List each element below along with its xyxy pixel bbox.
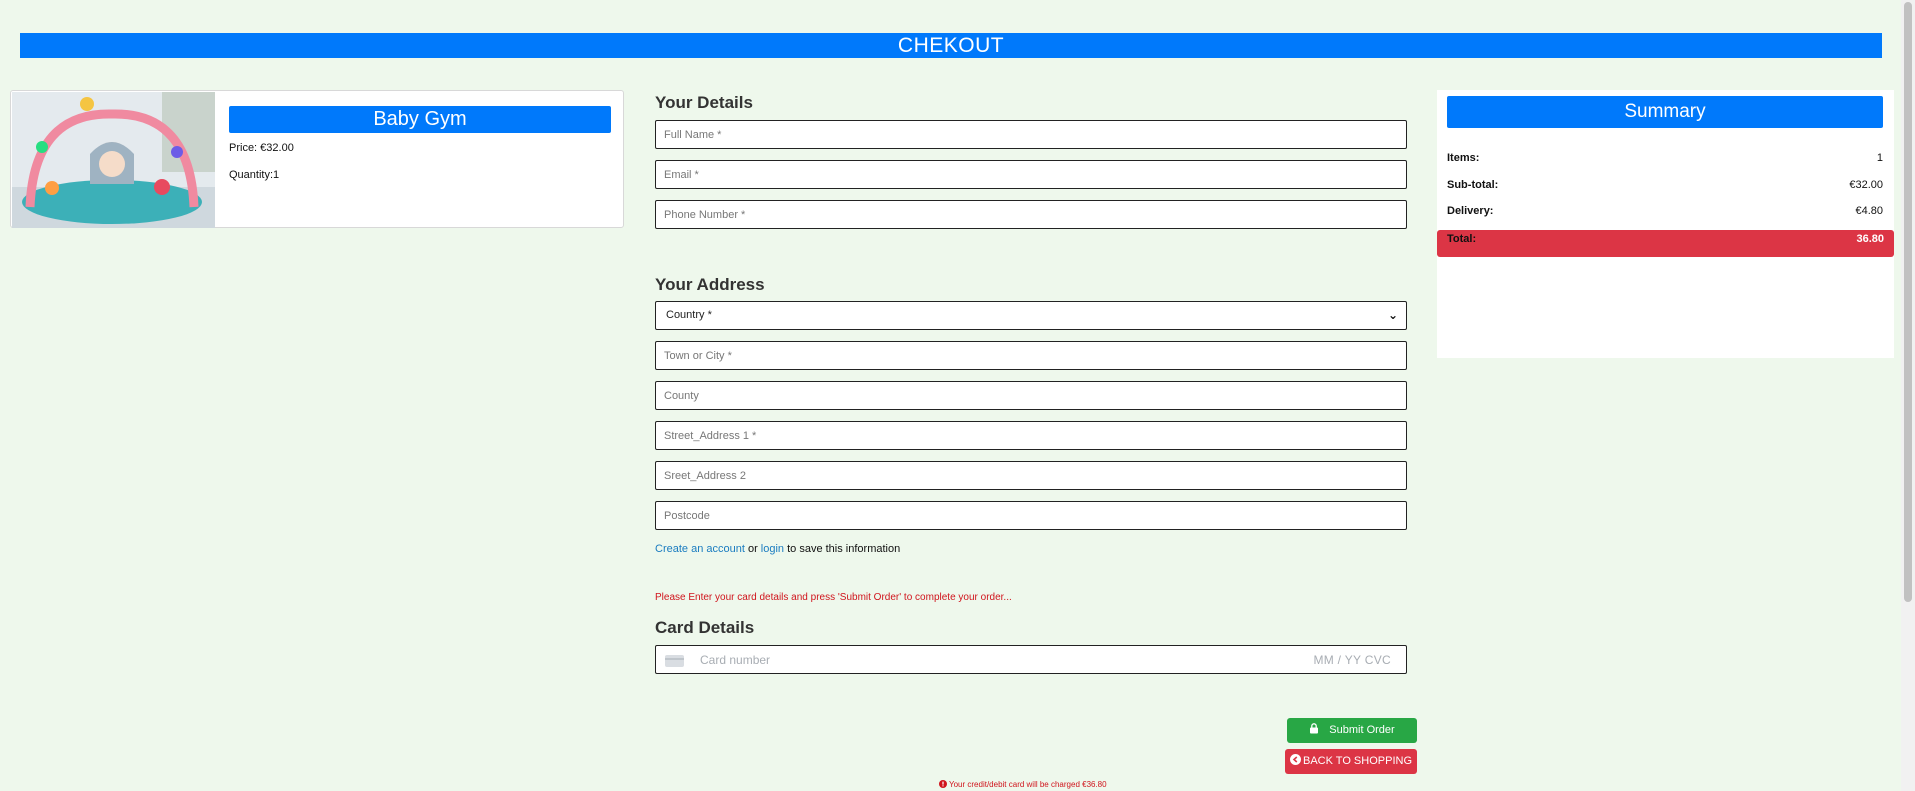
card-number-placeholder: Card number [700, 653, 771, 667]
submit-order-label: Submit Order [1329, 724, 1395, 736]
charge-note: Your credit/debit card will be charged €… [939, 780, 1107, 789]
subtotal-value: €32.00 [1849, 179, 1883, 191]
street-address-1-field[interactable] [655, 421, 1407, 450]
chevron-down-icon: ⌄ [1387, 308, 1398, 322]
back-to-shopping-label: BACK TO SHOPPING [1302, 755, 1412, 767]
email-field[interactable] [655, 160, 1407, 189]
county-field[interactable] [655, 381, 1407, 410]
product-quantity: Quantity:1 [229, 169, 280, 181]
charge-note-text: Your credit/debit card will be charged €… [949, 780, 1107, 789]
save-info-prompt: Create an account or login to save this … [655, 543, 900, 555]
town-city-field[interactable] [655, 341, 1407, 370]
card-exp-cvc-placeholder: MM / YY CVC [1313, 653, 1391, 667]
card-input[interactable]: Card number MM / YY CVC [655, 645, 1407, 674]
your-address-heading: Your Address [655, 275, 765, 294]
delivery-value: €4.80 [1855, 205, 1883, 217]
items-label: Items: [1447, 152, 1480, 164]
country-select-value: Country * [666, 309, 712, 321]
card-instruction-notice: Please Enter your card details and press… [655, 592, 1012, 603]
page-title: CHEKOUT [20, 33, 1882, 58]
postcode-field[interactable] [655, 501, 1407, 530]
or-text: or [747, 543, 758, 555]
product-card: Baby Gym Price: €32.00 Quantity:1 [10, 90, 624, 228]
submit-order-button[interactable]: Submit Order [1287, 718, 1417, 743]
summary-total-row: Total: 36.80 [1437, 230, 1894, 257]
lock-icon [1310, 723, 1319, 734]
card-details-heading: Card Details [655, 618, 755, 637]
full-name-field[interactable] [655, 120, 1407, 149]
total-value: 36.80 [1856, 233, 1884, 245]
delivery-label: Delivery: [1447, 205, 1494, 217]
product-price: Price: €32.00 [229, 142, 294, 154]
subtotal-label: Sub-total: [1447, 179, 1499, 191]
back-to-shopping-button[interactable]: BACK TO SHOPPING [1285, 749, 1417, 774]
alert-circle-icon [939, 780, 947, 788]
your-details-heading: Your Details [655, 93, 753, 112]
card-brand-icon [665, 655, 684, 667]
create-account-link[interactable]: Create an account [655, 543, 745, 555]
login-link[interactable]: login [761, 543, 784, 555]
street-address-2-field[interactable] [655, 461, 1407, 490]
country-select[interactable]: Country * ⌄ [655, 301, 1407, 330]
order-summary: Summary Items: 1 Sub-total: €32.00 Deliv… [1437, 90, 1894, 358]
product-image [12, 92, 215, 228]
total-label: Total: [1447, 233, 1477, 245]
product-name: Baby Gym [229, 106, 611, 133]
items-value: 1 [1876, 152, 1883, 164]
save-info-suffix: to save this information [787, 543, 901, 555]
summary-title: Summary [1447, 96, 1883, 128]
page-scrollbar[interactable] [1901, 0, 1915, 791]
baby-gym-photo [12, 92, 215, 228]
arrow-left-circle-icon [1289, 754, 1301, 765]
phone-number-field[interactable] [655, 200, 1407, 229]
scrollbar-thumb[interactable] [1904, 2, 1912, 602]
